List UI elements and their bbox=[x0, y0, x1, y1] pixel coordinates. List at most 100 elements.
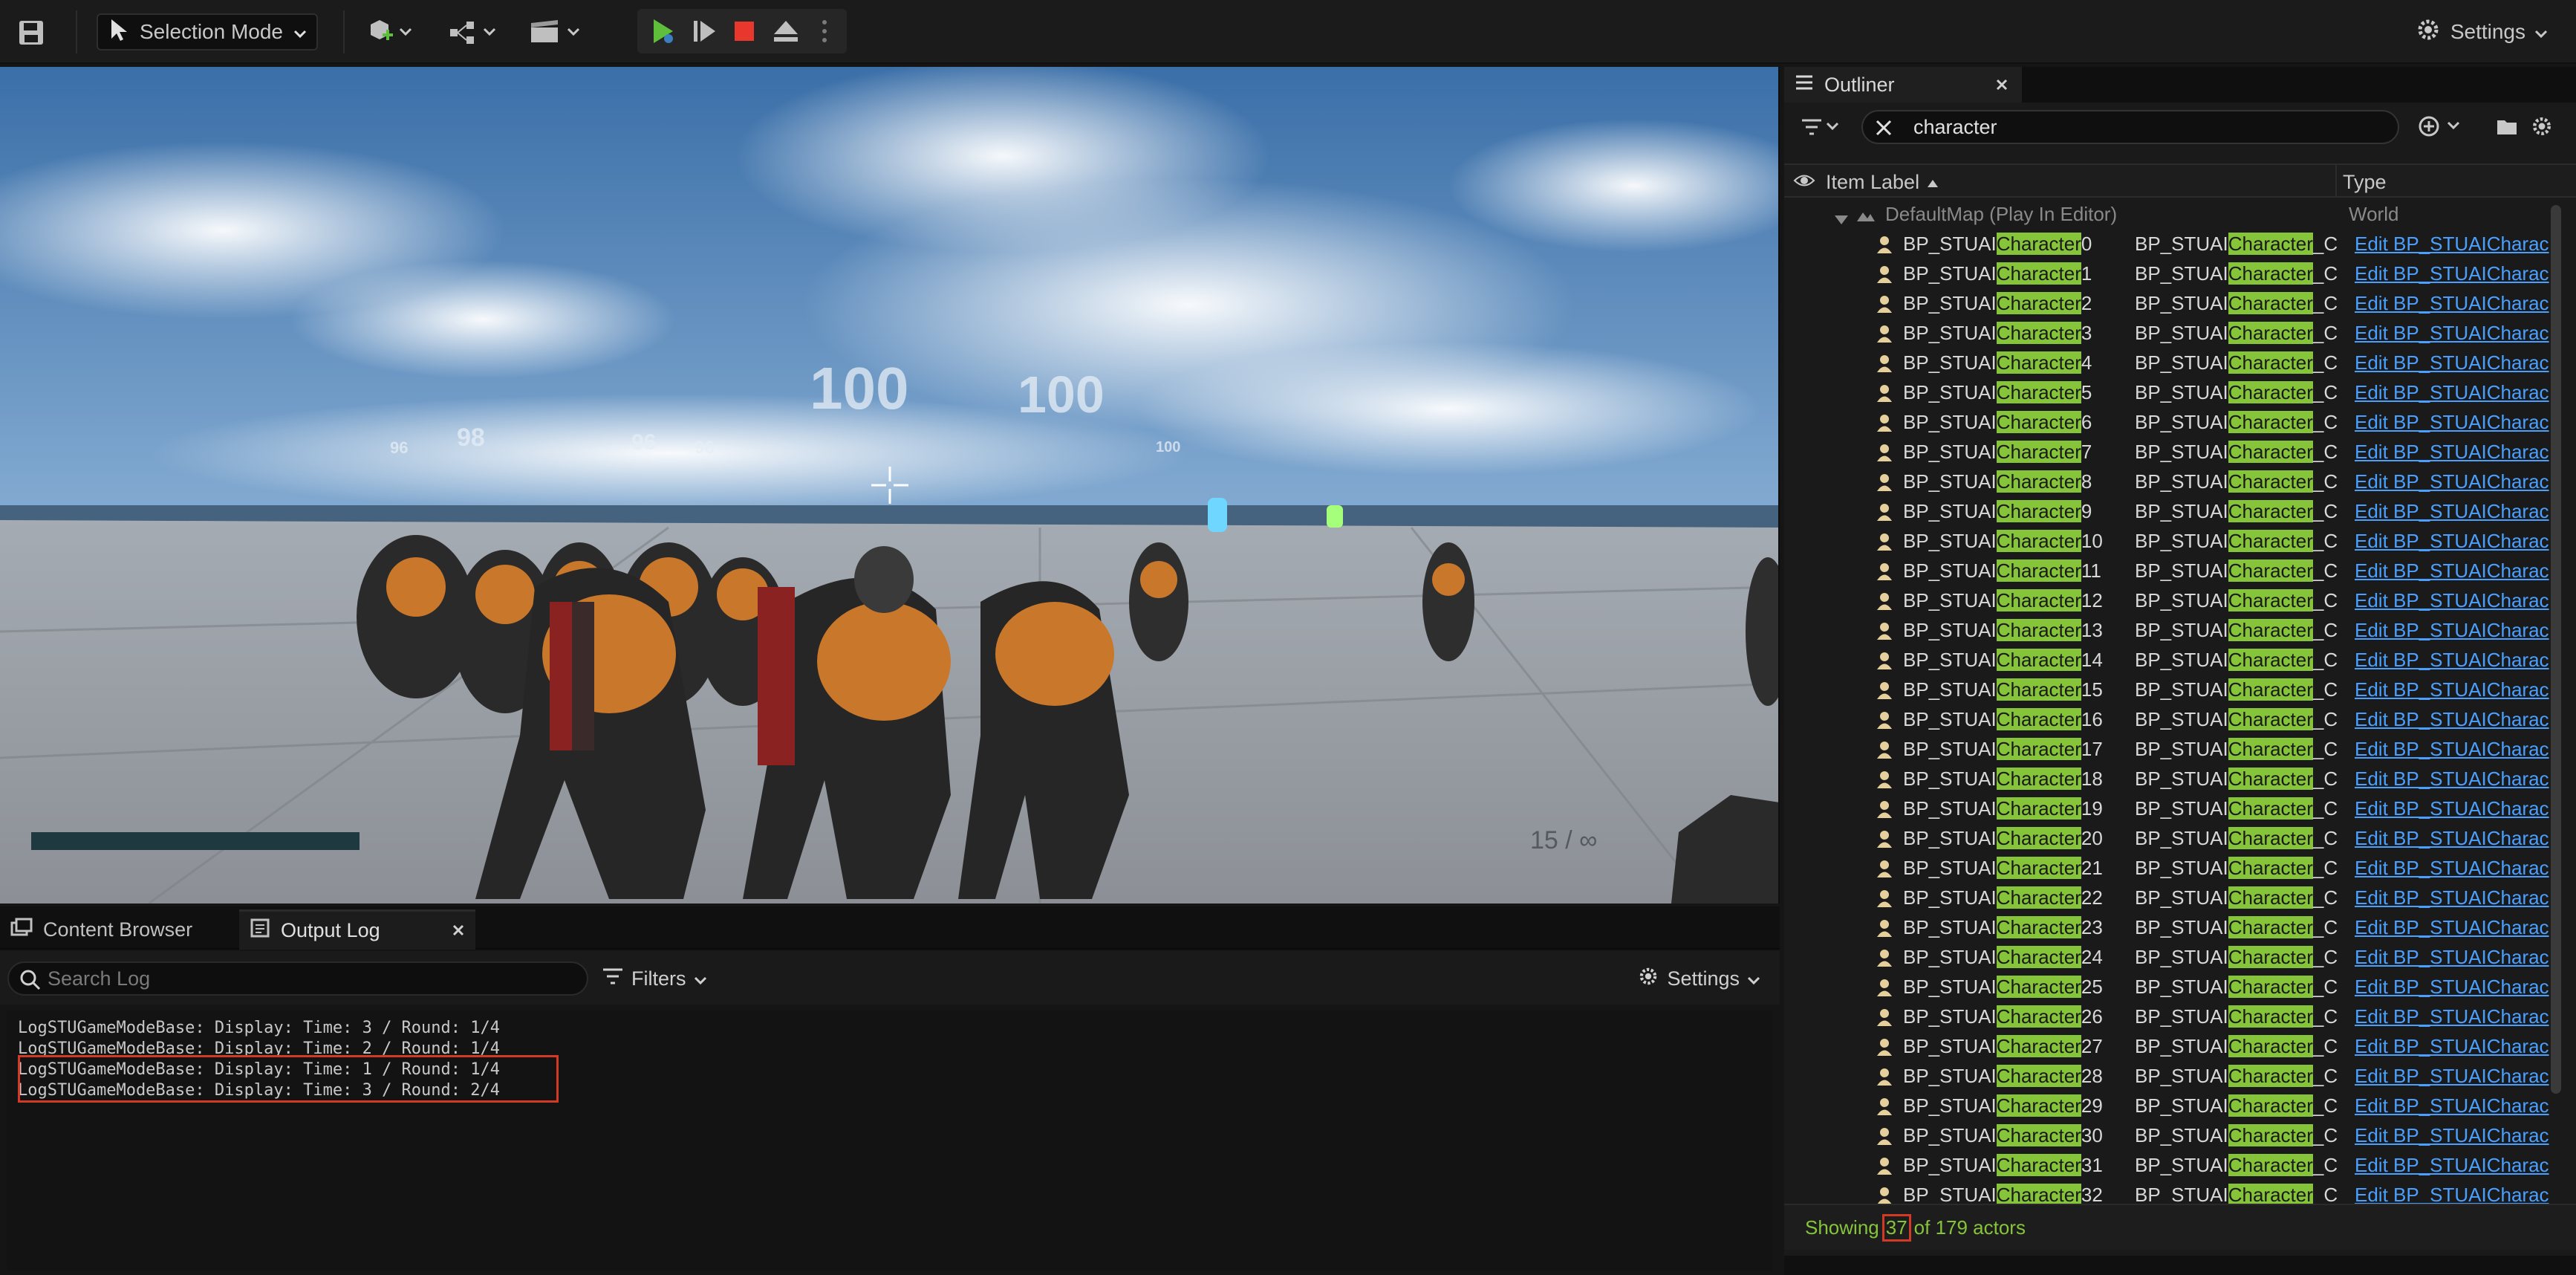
new-folder-icon[interactable] bbox=[2496, 116, 2518, 140]
actor-row[interactable]: BP_STUAICharacter5 BP_STUAICharacter_C Edi… bbox=[1784, 377, 2564, 407]
actor-row[interactable]: BP_STUAICharacter2 BP_STUAICharacter_C Edi… bbox=[1784, 288, 2564, 318]
search-log-input[interactable]: Search Log bbox=[7, 961, 588, 996]
actor-row[interactable]: BP_STUAICharacter17 BP_STUAICharacter_C Ed… bbox=[1784, 734, 2564, 764]
edit-blueprint-link[interactable]: Edit BP_STUAICharac bbox=[2355, 1154, 2564, 1177]
collapse-arrow-icon[interactable] bbox=[1833, 208, 1850, 231]
actor-row[interactable]: BP_STUAICharacter12 BP_STUAICharacter_C Ed… bbox=[1784, 585, 2564, 615]
filter-icon[interactable] bbox=[1801, 117, 1842, 140]
resume-icon[interactable] bbox=[688, 15, 721, 48]
stop-icon[interactable] bbox=[728, 15, 761, 48]
edit-blueprint-link[interactable]: Edit BP_STUAICharac bbox=[2355, 916, 2564, 939]
add-actor-button[interactable] bbox=[364, 15, 420, 49]
scrollbar-thumb[interactable] bbox=[2551, 205, 2561, 1094]
edit-blueprint-link[interactable]: Edit BP_STUAICharac bbox=[2355, 381, 2564, 404]
edit-blueprint-link[interactable]: Edit BP_STUAICharac bbox=[2355, 233, 2564, 256]
actor-row[interactable]: BP_STUAICharacter20 BP_STUAICharacter_C Ed… bbox=[1784, 823, 2564, 853]
actor-row[interactable]: BP_STUAICharacter11 BP_STUAICharacter_C Ed… bbox=[1784, 556, 2564, 585]
cinematics-button[interactable] bbox=[527, 15, 588, 49]
actor-row[interactable]: BP_STUAICharacter23 BP_STUAICharacter_C Ed… bbox=[1784, 912, 2564, 942]
edit-blueprint-link[interactable]: Edit BP_STUAICharac bbox=[2355, 738, 2564, 761]
actor-row[interactable]: BP_STUAICharacter22 BP_STUAICharacter_C Ed… bbox=[1784, 883, 2564, 912]
actor-row[interactable]: BP_STUAICharacter1 BP_STUAICharacter_C Edi… bbox=[1784, 259, 2564, 288]
selection-mode-button[interactable]: Selection Mode bbox=[97, 13, 318, 51]
edit-blueprint-link[interactable]: Edit BP_STUAICharac bbox=[2355, 441, 2564, 464]
column-item-label[interactable]: Item Label bbox=[1826, 171, 1939, 194]
edit-blueprint-link[interactable]: Edit BP_STUAICharac bbox=[2355, 1065, 2564, 1088]
actor-row[interactable]: BP_STUAICharacter3 BP_STUAICharacter_C Edi… bbox=[1784, 318, 2564, 348]
actor-row[interactable]: BP_STUAICharacter7 BP_STUAICharacter_C Edi… bbox=[1784, 437, 2564, 467]
actor-row[interactable]: BP_STUAICharacter18 BP_STUAICharacter_C Ed… bbox=[1784, 764, 2564, 794]
settings-button[interactable]: Settings bbox=[2415, 13, 2548, 51]
actor-row[interactable]: BP_STUAICharacter13 BP_STUAICharacter_C Ed… bbox=[1784, 615, 2564, 645]
gear-icon[interactable] bbox=[2530, 114, 2554, 142]
close-icon[interactable] bbox=[1995, 74, 2009, 97]
edit-blueprint-link[interactable]: Edit BP_STUAICharac bbox=[2355, 797, 2564, 820]
edit-blueprint-link[interactable]: Edit BP_STUAICharac bbox=[2355, 411, 2564, 434]
outliner-tree[interactable]: DefaultMap (Play In Editor) World BP_STU… bbox=[1784, 199, 2564, 1207]
edit-blueprint-link[interactable]: Edit BP_STUAICharac bbox=[2355, 827, 2564, 850]
edit-blueprint-link[interactable]: Edit BP_STUAICharac bbox=[2355, 976, 2564, 999]
edit-blueprint-link[interactable]: Edit BP_STUAICharac bbox=[2355, 530, 2564, 553]
edit-blueprint-link[interactable]: Edit BP_STUAICharac bbox=[2355, 946, 2564, 969]
clear-icon[interactable] bbox=[1875, 119, 1893, 142]
edit-blueprint-link[interactable]: Edit BP_STUAICharac bbox=[2355, 708, 2564, 731]
actor-row[interactable]: BP_STUAICharacter27 BP_STUAICharacter_C Ed… bbox=[1784, 1031, 2564, 1061]
blueprint-button[interactable] bbox=[446, 15, 505, 49]
actor-row[interactable]: BP_STUAICharacter9 BP_STUAICharacter_C Edi… bbox=[1784, 496, 2564, 526]
edit-blueprint-link[interactable]: Edit BP_STUAICharac bbox=[2355, 351, 2564, 374]
log-output[interactable]: LogSTUGameModeBase: Display: Time: 3 / R… bbox=[7, 1010, 1772, 1271]
edit-blueprint-link[interactable]: Edit BP_STUAICharac bbox=[2355, 1124, 2564, 1147]
edit-blueprint-link[interactable]: Edit BP_STUAICharac bbox=[2355, 292, 2564, 315]
edit-blueprint-link[interactable]: Edit BP_STUAICharac bbox=[2355, 619, 2564, 642]
save-icon[interactable] bbox=[15, 16, 48, 49]
tab-outliner[interactable]: Outliner bbox=[1784, 67, 2022, 103]
eject-icon[interactable] bbox=[770, 15, 802, 48]
edit-blueprint-link[interactable]: Edit BP_STUAICharac bbox=[2355, 649, 2564, 672]
filters-button[interactable]: Filters bbox=[602, 961, 707, 996]
edit-blueprint-link[interactable]: Edit BP_STUAICharac bbox=[2355, 1184, 2564, 1207]
edit-blueprint-link[interactable]: Edit BP_STUAICharac bbox=[2355, 1035, 2564, 1058]
edit-blueprint-link[interactable]: Edit BP_STUAICharac bbox=[2355, 886, 2564, 909]
outliner-search-input[interactable]: character bbox=[1861, 110, 2399, 144]
actor-row[interactable]: BP_STUAICharacter0 BP_STUAICharacter_C Edi… bbox=[1784, 229, 2564, 259]
actor-row[interactable]: BP_STUAICharacter28 BP_STUAICharacter_C Ed… bbox=[1784, 1061, 2564, 1091]
edit-blueprint-link[interactable]: Edit BP_STUAICharac bbox=[2355, 678, 2564, 701]
edit-blueprint-link[interactable]: Edit BP_STUAICharac bbox=[2355, 470, 2564, 493]
play-icon[interactable] bbox=[646, 15, 679, 48]
column-type[interactable]: Type bbox=[2343, 171, 2387, 194]
actor-row[interactable]: BP_STUAICharacter8 BP_STUAICharacter_C Edi… bbox=[1784, 467, 2564, 496]
actor-row[interactable]: BP_STUAICharacter10 BP_STUAICharacter_C Ed… bbox=[1784, 526, 2564, 556]
actor-row[interactable]: BP_STUAICharacter25 BP_STUAICharacter_C Ed… bbox=[1784, 972, 2564, 1002]
log-settings-button[interactable]: Settings bbox=[1637, 961, 1760, 996]
actor-row[interactable]: BP_STUAICharacter21 BP_STUAICharacter_C Ed… bbox=[1784, 853, 2564, 883]
actor-row[interactable]: BP_STUAICharacter6 BP_STUAICharacter_C Edi… bbox=[1784, 407, 2564, 437]
edit-blueprint-link[interactable]: Edit BP_STUAICharac bbox=[2355, 768, 2564, 791]
actor-row[interactable]: BP_STUAICharacter32 BP_STUAICharacter_C Ed… bbox=[1784, 1180, 2564, 1207]
actor-row[interactable]: BP_STUAICharacter19 BP_STUAICharacter_C Ed… bbox=[1784, 794, 2564, 823]
edit-blueprint-link[interactable]: Edit BP_STUAICharac bbox=[2355, 1005, 2564, 1028]
edit-blueprint-link[interactable]: Edit BP_STUAICharac bbox=[2355, 1094, 2564, 1117]
edit-blueprint-link[interactable]: Edit BP_STUAICharac bbox=[2355, 857, 2564, 880]
actor-row[interactable]: BP_STUAICharacter4 BP_STUAICharacter_C Edi… bbox=[1784, 348, 2564, 377]
tree-root-row[interactable]: DefaultMap (Play In Editor) World bbox=[1784, 199, 2564, 229]
tab-output-log[interactable]: Output Log bbox=[239, 909, 475, 950]
edit-blueprint-link[interactable]: Edit BP_STUAICharac bbox=[2355, 322, 2564, 345]
actor-row[interactable]: BP_STUAICharacter14 BP_STUAICharacter_C Ed… bbox=[1784, 645, 2564, 675]
more-options-icon[interactable] bbox=[811, 15, 838, 48]
edit-blueprint-link[interactable]: Edit BP_STUAICharac bbox=[2355, 500, 2564, 523]
actor-row[interactable]: BP_STUAICharacter30 BP_STUAICharacter_C Ed… bbox=[1784, 1120, 2564, 1150]
edit-blueprint-link[interactable]: Edit BP_STUAICharac bbox=[2355, 262, 2564, 285]
actor-row[interactable]: BP_STUAICharacter31 BP_STUAICharacter_C Ed… bbox=[1784, 1150, 2564, 1180]
actor-row[interactable]: BP_STUAICharacter16 BP_STUAICharacter_C Ed… bbox=[1784, 704, 2564, 734]
level-viewport[interactable]: 100 100 98 96 96 96 100 15 / ∞ bbox=[0, 67, 1780, 903]
eye-icon[interactable] bbox=[1793, 171, 1815, 195]
edit-blueprint-link[interactable]: Edit BP_STUAICharac bbox=[2355, 559, 2564, 583]
edit-blueprint-link[interactable]: Edit BP_STUAICharac bbox=[2355, 589, 2564, 612]
actor-row[interactable]: BP_STUAICharacter15 BP_STUAICharacter_C Ed… bbox=[1784, 675, 2564, 704]
actor-row[interactable]: BP_STUAICharacter24 BP_STUAICharacter_C Ed… bbox=[1784, 942, 2564, 972]
close-icon[interactable] bbox=[452, 919, 465, 942]
add-filter-icon[interactable] bbox=[2417, 114, 2469, 142]
actor-row[interactable]: BP_STUAICharacter29 BP_STUAICharacter_C Ed… bbox=[1784, 1091, 2564, 1120]
actor-row[interactable]: BP_STUAICharacter26 BP_STUAICharacter_C Ed… bbox=[1784, 1002, 2564, 1031]
tab-content-browser[interactable]: Content Browser bbox=[0, 909, 203, 950]
